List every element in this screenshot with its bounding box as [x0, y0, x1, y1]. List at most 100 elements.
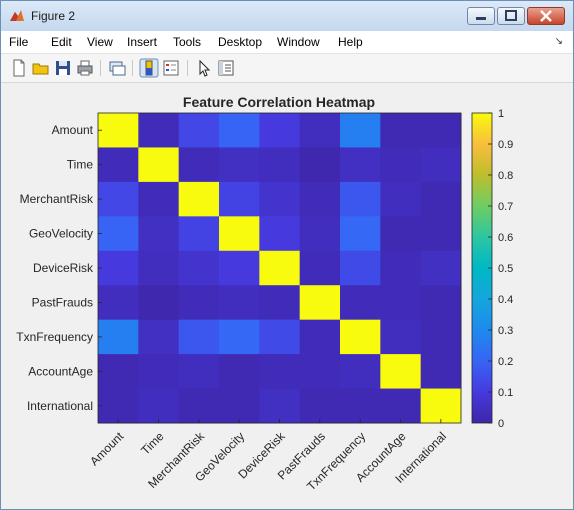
menu-tools[interactable]: Tools [173, 35, 201, 49]
heatmap-cell [380, 285, 422, 321]
dock-arrow-icon[interactable]: ↘ [555, 36, 563, 47]
pointer-icon[interactable] [194, 58, 214, 78]
heatmap-cell [420, 181, 462, 217]
heatmap-cell [259, 147, 301, 183]
heatmap-cell [178, 113, 220, 148]
heatmap-cell [178, 354, 220, 390]
open-file-icon[interactable] [31, 58, 51, 78]
colorbar-tick-label: 0.4 [498, 294, 513, 306]
property-editor-icon[interactable] [216, 58, 236, 78]
heatmap-cell [420, 354, 462, 390]
y-tick-label: TxnFrequency [16, 330, 93, 344]
heatmap-cell [219, 181, 260, 217]
menu-view[interactable]: View [87, 35, 113, 49]
heatmap-cell [380, 354, 422, 390]
minimize-icon [476, 17, 486, 20]
menu-desktop[interactable]: Desktop [218, 35, 262, 49]
insert-legend-icon[interactable] [161, 58, 181, 78]
heatmap-cell [219, 285, 260, 321]
close-button[interactable] [527, 7, 565, 25]
heatmap-cell [259, 216, 301, 252]
menu-bar: File Edit View Insert Tools Desktop Wind… [1, 31, 573, 54]
minimize-button[interactable] [467, 7, 495, 25]
menu-insert[interactable]: Insert [127, 35, 157, 49]
heatmap-cell [420, 388, 462, 424]
y-tick-label: MerchantRisk [20, 192, 94, 206]
figure-window: Figure 2 File Edit View Insert Tools Des… [0, 0, 574, 510]
heatmap-cell [259, 250, 301, 286]
menu-file[interactable]: File [9, 35, 28, 49]
heatmap-cell [259, 285, 301, 321]
heatmap-cell [178, 181, 220, 217]
heatmap-cell [299, 181, 341, 217]
y-tick-label: International [27, 399, 93, 413]
heatmap-cell [178, 388, 220, 424]
colorbar-tick-label: 0.9 [498, 139, 513, 151]
heatmap-cell [98, 181, 139, 217]
colorbar-tick-label: 0.2 [498, 356, 513, 368]
heatmap-cell [178, 216, 220, 252]
insert-colorbar-icon[interactable] [139, 58, 159, 78]
y-tick-label: DeviceRisk [33, 261, 94, 275]
heatmap-cell [380, 113, 422, 148]
maximize-button[interactable] [497, 7, 525, 25]
heatmap-cell [340, 113, 381, 148]
heatmap-cell [259, 388, 301, 424]
close-icon [540, 10, 552, 22]
heatmap-cell [299, 388, 341, 424]
heatmap-cell [340, 319, 381, 355]
heatmap-cell [299, 113, 341, 148]
heatmap-cell [138, 216, 180, 252]
heatmap-cell [340, 147, 381, 183]
heatmap-cell [98, 354, 139, 390]
menu-edit[interactable]: Edit [51, 35, 72, 49]
heatmap-cell [299, 216, 341, 252]
heatmap-cell [340, 388, 381, 424]
maximize-icon [505, 10, 517, 21]
menu-help[interactable]: Help [338, 35, 363, 49]
heatmap-cell [259, 319, 301, 355]
colorbar-tick-label: 0.5 [498, 263, 513, 275]
heatmap-cell [138, 113, 180, 148]
heatmap-cell [98, 216, 139, 252]
heatmap-cell [219, 354, 260, 390]
title-bar[interactable]: Figure 2 [1, 1, 573, 32]
print-icon[interactable] [75, 58, 95, 78]
heatmap-cell [138, 250, 180, 286]
heatmap-cell [299, 285, 341, 321]
link-plot-icon[interactable] [107, 58, 127, 78]
heatmap-cell [420, 216, 462, 252]
toolbar [1, 54, 573, 83]
heatmap-cell [178, 285, 220, 321]
heatmap-cell [380, 216, 422, 252]
x-tick-label: Time [138, 429, 167, 458]
heatmap-cell [380, 319, 422, 355]
heatmap-cell [420, 147, 462, 183]
toolbar-separator [187, 60, 188, 76]
heatmap-cell [380, 147, 422, 183]
heatmap-cell [420, 113, 462, 148]
heatmap-cell [259, 181, 301, 217]
colorbar: 0 0.1 0.2 0.3 0.4 0.5 0.6 0.7 0.8 0.9 1 [471, 108, 513, 430]
y-tick-label: GeoVelocity [29, 227, 93, 241]
heatmap-cell [299, 250, 341, 286]
heatmap-cell [380, 388, 422, 424]
toolbar-separator [100, 60, 101, 76]
heatmap-cell [420, 250, 462, 286]
colorbar-tick-label: 0.1 [498, 387, 513, 399]
x-tick-label: Amount [87, 429, 127, 469]
menu-window[interactable]: Window [277, 35, 320, 49]
colorbar-tick-label: 0.6 [498, 232, 513, 244]
heatmap-cell [138, 147, 180, 183]
colorbar-tick-label: 0 [498, 418, 504, 430]
heatmap-cell [178, 147, 220, 183]
save-icon[interactable] [53, 58, 73, 78]
heatmap-cell [98, 319, 139, 355]
heatmap-cell [178, 319, 220, 355]
heatmap-cell [98, 388, 139, 424]
heatmap-cell [299, 354, 341, 390]
heatmap-cell [340, 250, 381, 286]
new-figure-icon[interactable] [9, 58, 29, 78]
figure-area: Feature Correlation Heatmap Amount Time Me… [6, 85, 568, 505]
heatmap-cell [340, 354, 381, 390]
